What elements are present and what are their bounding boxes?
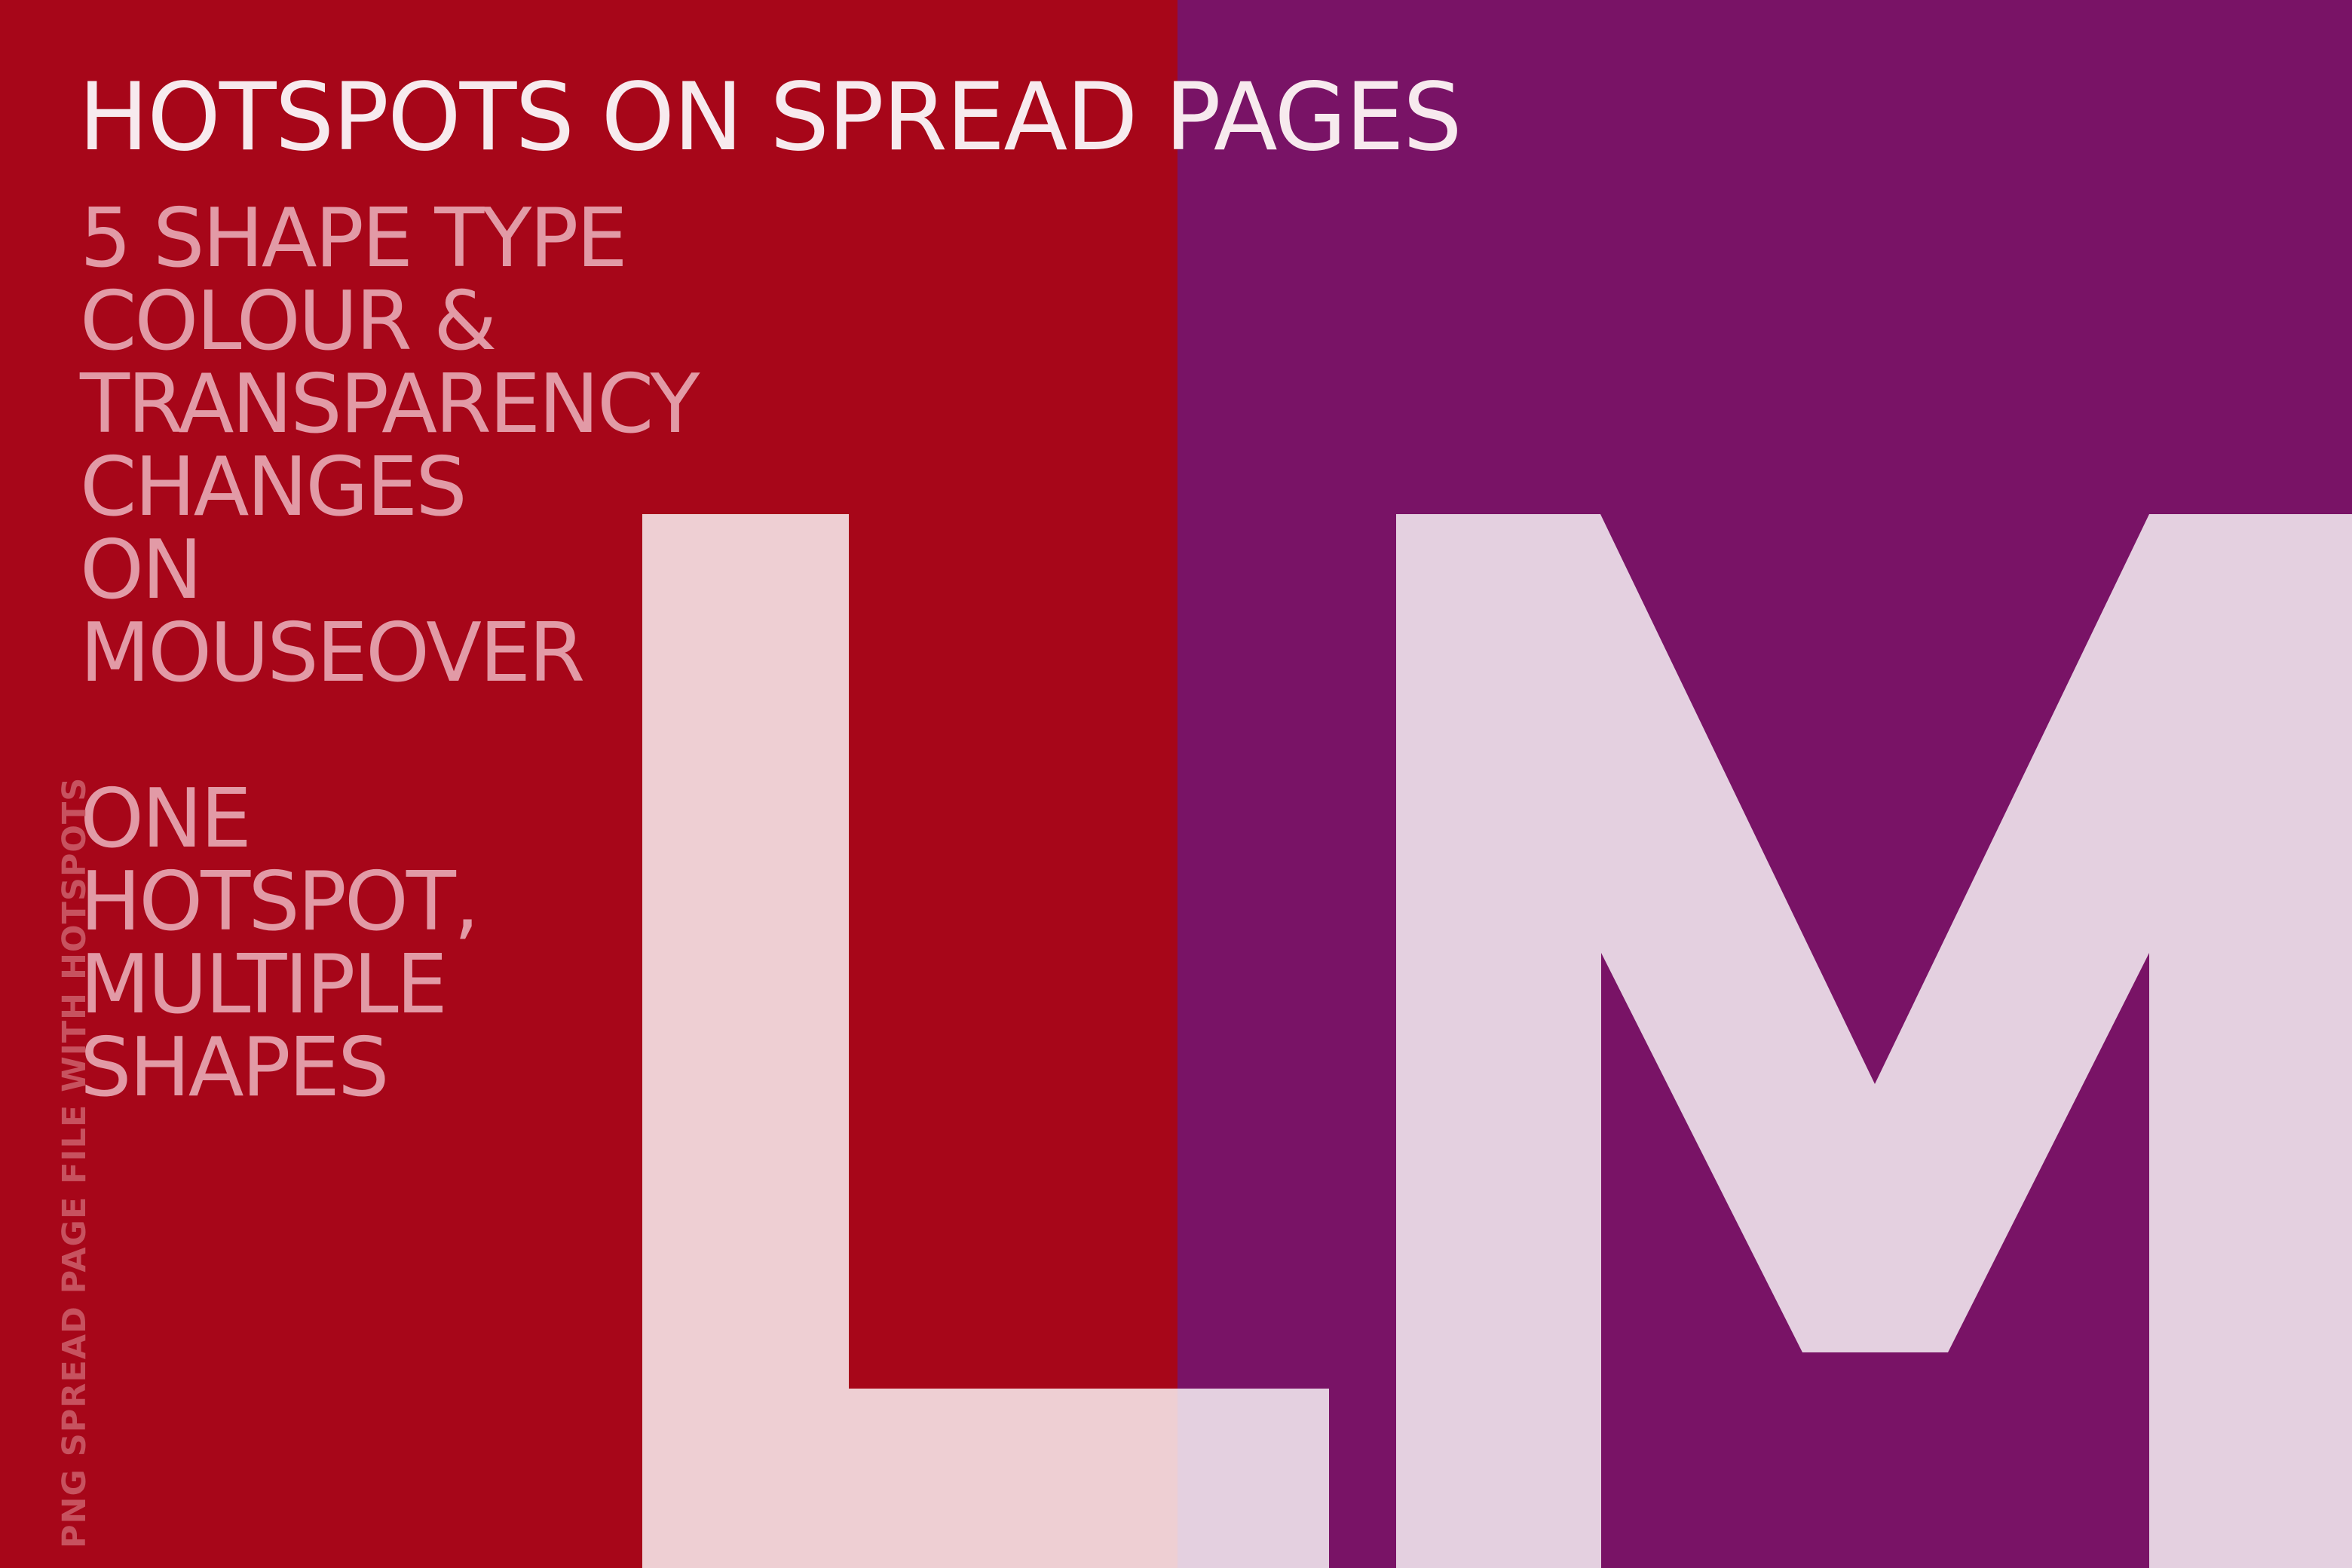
page-title: HOTSPOTS ON SPREAD PAGES [78,63,1462,172]
letter-m-hotspot-shape-right-page-part[interactable] [1396,514,2352,1568]
feature-line: COLOUR & [80,274,497,369]
feature-line: MULTIPLE [80,938,448,1032]
feature-line: SHAPES [80,1021,390,1115]
feature-line: CHANGES [80,440,467,534]
feature-line: MOUSEOVER [80,606,585,700]
feature-line: TRANSPARENCY [80,357,700,452]
feature-line: ONE [80,772,252,866]
spread-canvas: L M HOTSPOTS ON SPREAD PAGES 5 SHAPE TYP… [0,0,2352,1568]
vertical-side-note: PNG SPREAD PAGE FILE WITH HOTSPOTS [56,776,93,1548]
feature-line: HOTSPOT, [80,855,479,949]
feature-line: ON [80,523,203,617]
feature-line: 5 SHAPE TYPE [80,191,628,286]
feature-list: 5 SHAPE TYPE COLOUR & TRANSPARENCY CHANG… [80,191,700,1115]
